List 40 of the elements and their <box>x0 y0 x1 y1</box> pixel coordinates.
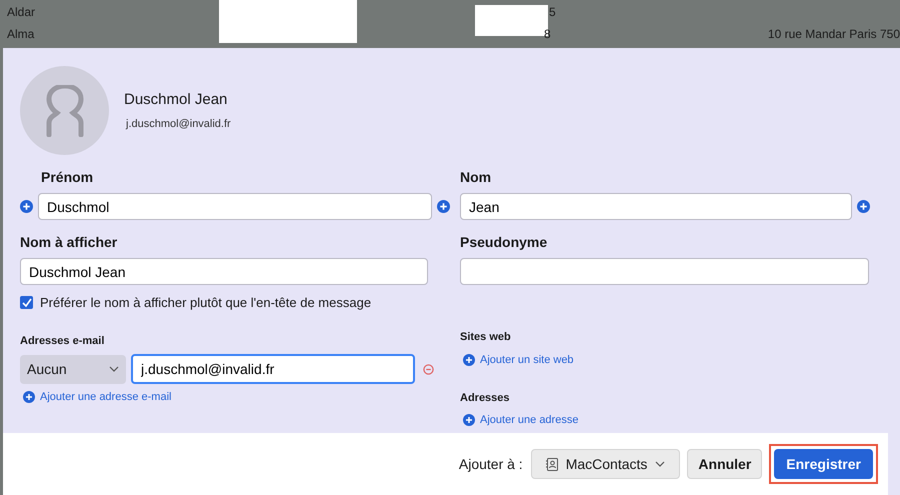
chevron-down-icon <box>109 366 119 372</box>
add-icon[interactable] <box>463 414 475 426</box>
checkbox-label: Préférer le nom à afficher plutôt que l'en-tête de message <box>40 294 372 312</box>
field-label: Nom <box>460 168 492 187</box>
address-book-dropdown[interactable]: MacContacts <box>530 449 680 479</box>
save-button[interactable]: Enregistrer <box>774 449 873 479</box>
chevron-down-icon <box>655 461 666 467</box>
add-link[interactable]: Ajouter une adresse <box>480 412 578 428</box>
add-icon[interactable] <box>437 200 450 213</box>
checkmark-icon <box>22 298 32 308</box>
table-cell-text: 8 <box>544 26 552 43</box>
field-label: Prénom <box>41 168 94 187</box>
field-label: Pseudonyme <box>460 233 548 252</box>
cancel-button[interactable]: Annuler <box>687 449 762 479</box>
contact-name: Alma <box>7 26 36 43</box>
text-field[interactable]: j.duschmol@invalid.fr <box>131 354 415 384</box>
add-link[interactable]: Ajouter une adresse e-mail <box>40 389 172 406</box>
text-field[interactable]: Jean <box>460 193 852 220</box>
add-to-label: Ajouter à : <box>458 454 523 474</box>
section-label: Adresses <box>460 391 511 406</box>
table-cell-text: 10 rue Mandar Paris 750 <box>768 26 900 43</box>
contact-email: j.duschmol@invalid.fr <box>126 117 231 132</box>
text-field[interactable]: Duschmol <box>38 193 432 220</box>
section-label: Sites web <box>460 330 512 345</box>
remove-icon[interactable] <box>423 364 434 374</box>
address-book-icon <box>546 458 558 470</box>
table-cell-text: 5 <box>549 4 557 21</box>
add-icon[interactable] <box>23 391 35 404</box>
contact-name: Aldar <box>7 4 36 21</box>
add-link[interactable]: Ajouter un site web <box>480 352 574 368</box>
add-icon[interactable] <box>463 354 475 366</box>
section-label: Adresses e-mail <box>20 334 106 348</box>
add-icon[interactable] <box>857 200 870 213</box>
add-icon[interactable] <box>20 200 33 213</box>
contact-display-name: Duschmol Jean <box>124 90 228 110</box>
field-label: Nom à afficher <box>20 233 118 252</box>
email-type-dropdown[interactable]: Aucun <box>20 354 126 384</box>
text-field[interactable] <box>460 258 869 285</box>
text-field[interactable]: Duschmol Jean <box>20 258 428 285</box>
checkbox[interactable] <box>20 296 33 310</box>
